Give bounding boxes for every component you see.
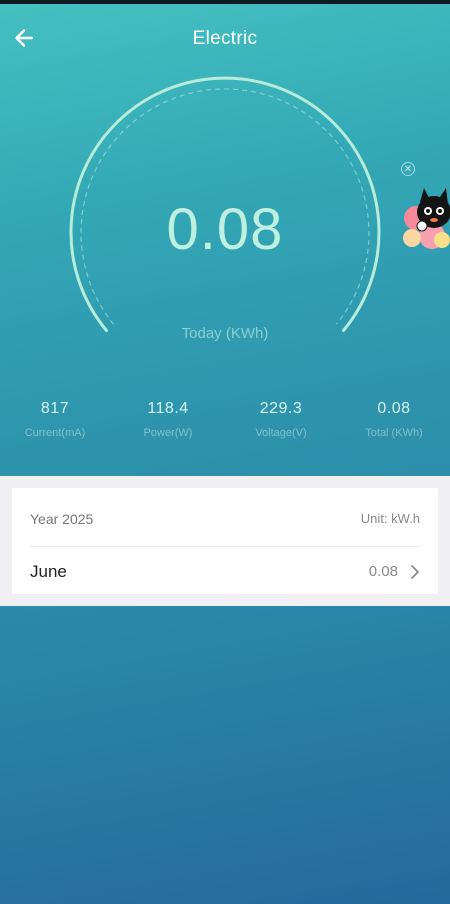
stat-total: 0.08 Total (KWh) bbox=[339, 400, 449, 439]
stat-power: 118.4 Power(W) bbox=[113, 400, 223, 439]
chevron-right-icon bbox=[411, 565, 419, 579]
stat-label: Power(W) bbox=[143, 427, 193, 439]
stat-current: 817 Current(mA) bbox=[0, 400, 110, 439]
month-row-june[interactable]: June 0.08 bbox=[30, 547, 420, 594]
close-circle-icon[interactable]: ✕ bbox=[401, 162, 415, 176]
today-energy-label: Today (KWh) bbox=[181, 325, 269, 342]
stat-label: Current(mA) bbox=[24, 427, 86, 439]
stat-value: 229.3 bbox=[259, 400, 303, 417]
stat-voltage: 229.3 Voltage(V) bbox=[226, 400, 336, 439]
header: Electric bbox=[0, 4, 450, 68]
unit-label: Unit: kW.h bbox=[360, 511, 420, 526]
floating-mascot[interactable]: ✕ bbox=[398, 160, 450, 260]
month-value: 0.08 bbox=[368, 563, 398, 580]
year-label: Year 2025 bbox=[30, 511, 94, 527]
month-name: June bbox=[30, 562, 67, 581]
stat-label: Voltage(V) bbox=[255, 427, 307, 439]
page-title: Electric bbox=[192, 28, 258, 49]
stat-label: Total (KWh) bbox=[365, 427, 423, 439]
black-cat-mascot-icon bbox=[403, 188, 450, 249]
stat-value: 118.4 bbox=[147, 400, 189, 417]
stat-value: 817 bbox=[40, 400, 70, 417]
stats-row: 817 Current(mA) 118.4 Power(W) 229.3 Vol… bbox=[0, 400, 450, 460]
stat-value: 0.08 bbox=[377, 400, 411, 417]
today-energy-value: 0.08 bbox=[166, 197, 284, 262]
history-card-header: Year 2025 Unit: kW.h bbox=[30, 488, 420, 547]
history-panel: Year 2025 Unit: kW.h June 0.08 bbox=[0, 476, 450, 606]
history-card: Year 2025 Unit: kW.h June 0.08 bbox=[12, 488, 438, 594]
